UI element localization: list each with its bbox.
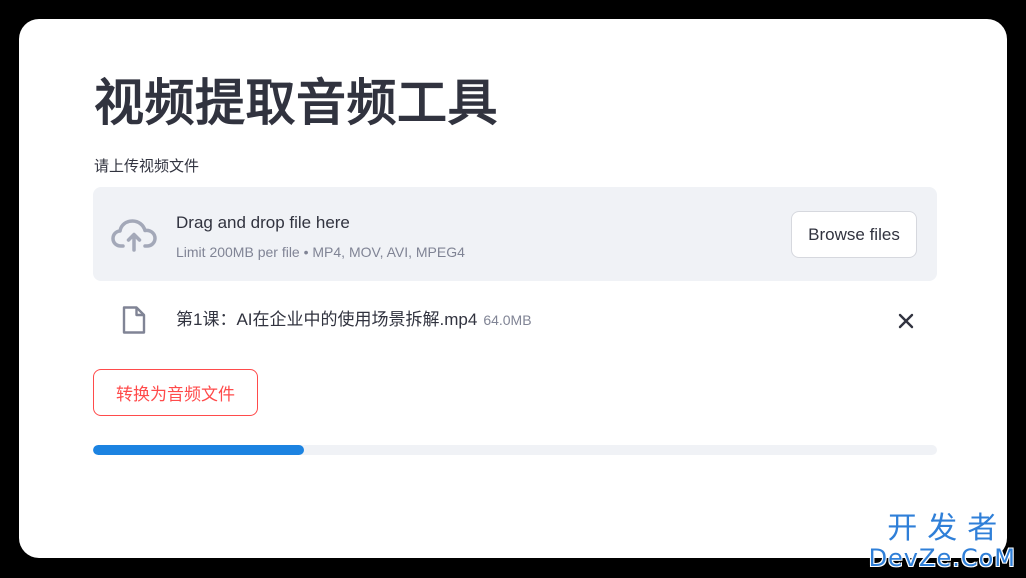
file-icon [122,306,146,334]
cloud-upload-icon [111,219,157,252]
convert-to-audio-button[interactable]: 转换为音频文件 [93,369,258,416]
browse-files-button[interactable]: Browse files [791,211,917,258]
watermark-domain: DevZe.CoM [868,544,1016,572]
progress-bar-fill [93,445,304,455]
uploaded-file-entry: 第1课：AI在企业中的使用场景拆解.mp4 64.0MB [176,307,532,333]
page-title: 视频提取音频工具 [94,75,498,131]
close-icon [898,313,914,329]
uploaded-file-name: 第1课：AI在企业中的使用场景拆解.mp4 [176,310,478,329]
progress-bar [93,445,937,455]
dropzone-instructions: Drag and drop file here [176,213,350,232]
watermark: 开发者 DevZe.CoM [868,514,1016,572]
file-uploader-label: 请上传视频文件 [94,158,200,175]
dropzone-limit-text: Limit 200MB per file • MP4, MOV, AVI, MP… [176,244,465,260]
uploaded-file-size: 64.0MB [483,312,532,328]
remove-file-button[interactable] [893,308,919,334]
watermark-title: 开发者 [887,511,1008,546]
